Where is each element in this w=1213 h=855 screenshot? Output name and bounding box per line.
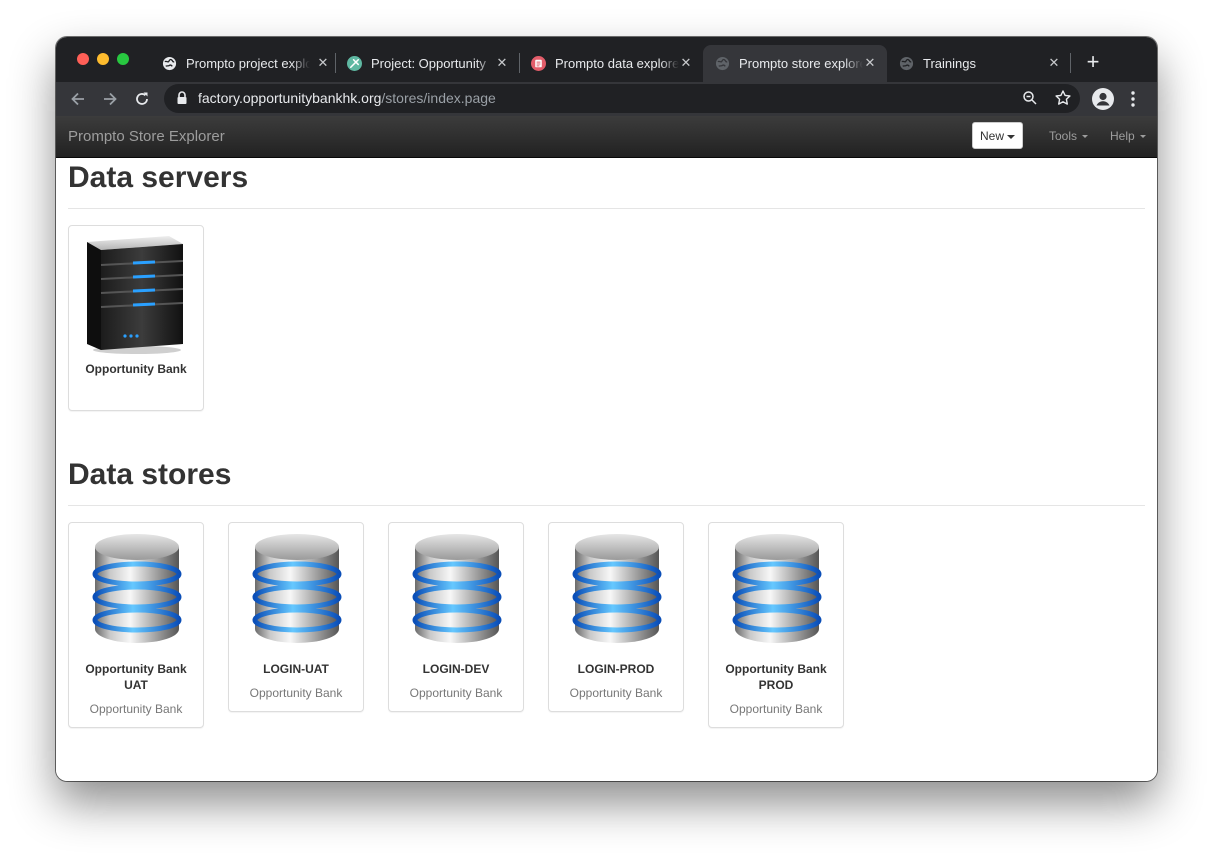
- database-icon: [572, 534, 662, 643]
- help-menu-label: Help: [1110, 129, 1135, 143]
- reload-button[interactable]: [130, 87, 154, 111]
- app-brand[interactable]: Prompto Store Explorer: [68, 128, 225, 146]
- store-server: Opportunity Bank: [729, 702, 823, 716]
- store-server: Opportunity Bank: [569, 686, 663, 700]
- store-server: Opportunity Bank: [409, 686, 503, 700]
- help-menu[interactable]: Help: [1110, 129, 1146, 144]
- close-icon[interactable]: ✕: [1045, 54, 1063, 72]
- globe-icon: [899, 56, 914, 71]
- database-icon: [92, 534, 182, 643]
- tab-title: Prompto project explorer: [186, 56, 310, 71]
- url-text: factory.opportunitybankhk.org/stores/ind…: [198, 90, 496, 107]
- store-name: Opportunity Bank: [85, 662, 187, 676]
- close-icon[interactable]: ✕: [861, 54, 879, 72]
- new-button[interactable]: New: [972, 122, 1023, 149]
- tab-project-opportunity[interactable]: Project: Opportunity ✕: [335, 45, 517, 82]
- store-card[interactable]: LOGIN-UAT Opportunity Bank: [228, 522, 364, 712]
- bookmark-star-icon[interactable]: [1054, 89, 1072, 107]
- arrow-left-icon: [71, 92, 84, 106]
- browser-window: Prompto project explorer ✕ Project: Oppo…: [56, 37, 1157, 781]
- caret-down-icon: [1007, 134, 1015, 139]
- zoom-out-icon[interactable]: [1022, 90, 1038, 106]
- profile-avatar-icon[interactable]: [1092, 88, 1114, 110]
- store-name-line2: UAT: [124, 678, 148, 692]
- more-menu-icon[interactable]: [1130, 90, 1136, 108]
- tab-title: Prompto store explorer: [739, 56, 863, 71]
- lock-icon: [177, 91, 187, 104]
- arrow-right-icon: [104, 92, 117, 106]
- tab-strip: Prompto project explorer ✕ Project: Oppo…: [56, 37, 1157, 82]
- url-path: /stores/index.page: [381, 90, 496, 106]
- close-window-button[interactable]: [77, 53, 89, 65]
- globe-icon: [715, 56, 730, 71]
- main-content: Data servers Opportunity Bank Data store…: [56, 158, 1157, 781]
- store-card[interactable]: Opportunity Bank UAT Opportunity Bank: [68, 522, 204, 728]
- database-icon: [412, 534, 502, 643]
- server-card[interactable]: Opportunity Bank: [68, 225, 204, 411]
- url-host: factory.opportunitybankhk.org: [198, 90, 382, 106]
- store-name: Opportunity Bank: [725, 662, 827, 676]
- tab-separator: [1070, 53, 1071, 73]
- store-server: Opportunity Bank: [249, 686, 343, 700]
- caret-down-icon: [1082, 135, 1089, 139]
- tab-trainings[interactable]: Trainings ✕: [887, 45, 1069, 82]
- browser-toolbar: factory.opportunitybankhk.org/stores/ind…: [56, 82, 1157, 116]
- tab-title: Trainings: [923, 56, 976, 71]
- data-icon: [531, 56, 546, 71]
- tab-title: Project: Opportunity: [371, 56, 486, 71]
- address-bar[interactable]: factory.opportunitybankhk.org/stores/ind…: [164, 84, 1080, 113]
- close-icon[interactable]: ✕: [493, 54, 511, 72]
- reload-icon: [136, 92, 148, 105]
- store-name: LOGIN-PROD: [577, 662, 655, 676]
- tab-prompto-data-explorer[interactable]: Prompto data explorer ✕: [519, 45, 701, 82]
- store-name-line2: PROD: [758, 678, 794, 692]
- tools-icon: [347, 56, 362, 71]
- tools-menu[interactable]: Tools: [1049, 129, 1089, 144]
- caret-down-icon: [1139, 135, 1146, 139]
- database-icon: [732, 534, 822, 643]
- close-icon[interactable]: ✕: [314, 54, 332, 72]
- server-name: Opportunity Bank: [85, 362, 187, 376]
- close-icon[interactable]: ✕: [677, 54, 695, 72]
- store-name: LOGIN-DEV: [422, 662, 490, 676]
- back-button[interactable]: [66, 87, 90, 111]
- minimize-window-button[interactable]: [97, 53, 109, 65]
- database-icon: [252, 534, 342, 643]
- tab-prompto-project-explorer[interactable]: Prompto project explorer ✕: [150, 45, 332, 82]
- forward-button[interactable]: [98, 87, 122, 111]
- data-stores-heading: Data stores: [68, 458, 232, 491]
- store-card[interactable]: Opportunity Bank PROD Opportunity Bank: [708, 522, 844, 728]
- store-card[interactable]: LOGIN-DEV Opportunity Bank: [388, 522, 524, 712]
- data-servers-heading: Data servers: [68, 161, 249, 194]
- section-divider: [68, 505, 1145, 506]
- tab-prompto-store-explorer[interactable]: Prompto store explorer ✕: [703, 45, 887, 82]
- new-tab-button[interactable]: +: [1082, 51, 1104, 73]
- section-divider: [68, 208, 1145, 209]
- server-icon: [87, 236, 184, 354]
- store-server: Opportunity Bank: [89, 702, 183, 716]
- maximize-window-button[interactable]: [117, 53, 129, 65]
- globe-icon: [162, 56, 177, 71]
- store-card[interactable]: LOGIN-PROD Opportunity Bank: [548, 522, 684, 712]
- store-name: LOGIN-UAT: [263, 662, 329, 676]
- new-button-label: New: [979, 129, 1004, 143]
- app-navbar: Prompto Store Explorer New Tools Help: [56, 116, 1157, 158]
- tools-menu-label: Tools: [1049, 129, 1078, 143]
- tab-title: Prompto data explorer: [555, 56, 679, 71]
